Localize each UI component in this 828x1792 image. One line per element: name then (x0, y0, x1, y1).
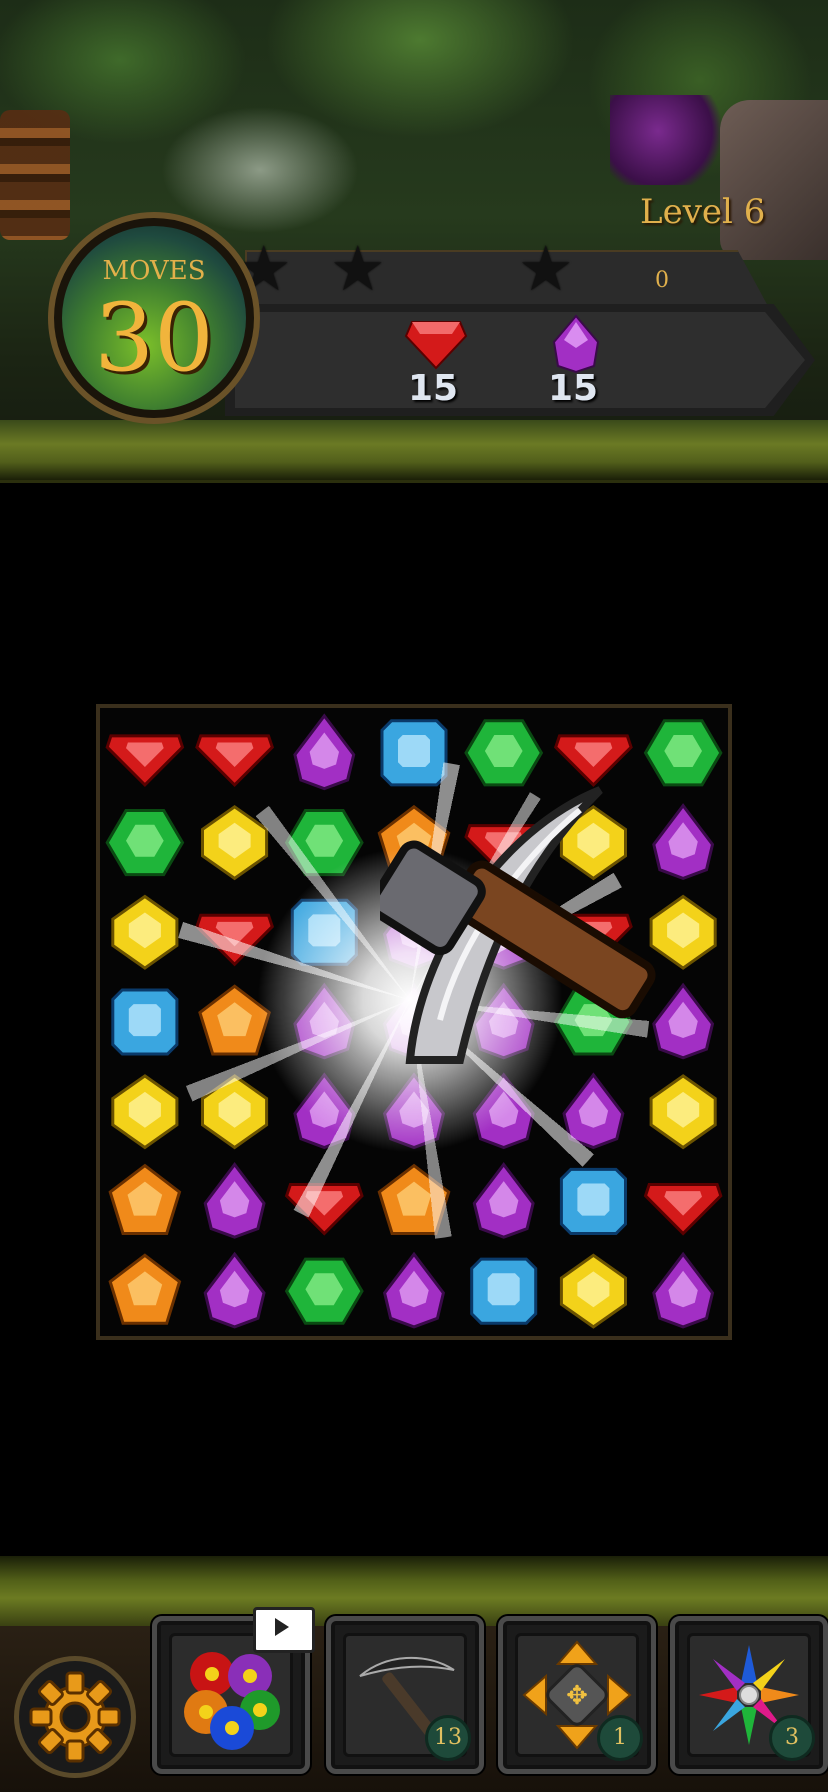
green-gem-r7c3[interactable] (284, 1257, 364, 1325)
booster-pickaxe-button[interactable]: 13 (326, 1616, 484, 1774)
goal-purple-count: 15 (548, 368, 599, 409)
red-gem-r1c6[interactable] (553, 734, 633, 788)
goal-bar-inner (235, 312, 805, 408)
goal-red-count: 15 (408, 368, 459, 409)
red-gem-r6c7[interactable] (643, 1183, 723, 1236)
red-gem-r1c1[interactable] (105, 734, 185, 788)
yellow-gem-r3c1[interactable] (111, 894, 179, 970)
star-3-icon: ★ (518, 232, 574, 305)
goal-red-gem-icon (404, 318, 468, 370)
orange-gem-r6c1[interactable] (108, 1163, 182, 1235)
pickaxe-effect-icon (368, 780, 670, 1080)
blue-gem-r7c5[interactable] (470, 1257, 538, 1325)
booster-arrows-button[interactable]: ✥ 1 (498, 1616, 656, 1774)
star-progress-bar (245, 250, 769, 308)
pickaxe-count-badge: 13 (425, 1715, 471, 1761)
purple-gem-r7c4[interactable] (382, 1251, 446, 1329)
yellow-gem-r5c7[interactable] (649, 1074, 717, 1150)
blue-gem-r6c6[interactable] (559, 1167, 627, 1235)
booster-bombs-button[interactable] (152, 1607, 315, 1774)
star-gem-count-badge: 3 (769, 1715, 815, 1761)
flower-decoration (610, 95, 730, 185)
level-label: Level 6 (640, 192, 766, 232)
svg-text:✥: ✥ (566, 1681, 588, 1711)
purple-gem-r7c2[interactable] (203, 1251, 266, 1329)
blue-gem-r4c1[interactable] (111, 988, 179, 1056)
moves-label: MOVES (102, 256, 206, 286)
moves-value: 30 (94, 284, 214, 393)
star-2-icon: ★ (330, 232, 386, 305)
bombs-icon (184, 1652, 280, 1750)
score-value: 0 (655, 268, 669, 293)
red-gem-r1c2[interactable] (195, 734, 275, 788)
settings-button[interactable] (14, 1656, 136, 1778)
watch-video-icon[interactable] (253, 1607, 315, 1653)
green-gem-r1c7[interactable] (643, 719, 723, 787)
moss-divider-top (0, 420, 828, 483)
arrows-count-badge: 1 (597, 1715, 643, 1761)
green-gem-r2c1[interactable] (105, 809, 185, 877)
totem-decoration (0, 110, 70, 240)
rock-decoration (720, 100, 828, 260)
yellow-gem-r7c6[interactable] (559, 1253, 627, 1329)
orange-gem-r7c1[interactable] (108, 1253, 182, 1325)
booster-star-gem-button[interactable]: 3 (670, 1616, 828, 1774)
yellow-gem-r5c1[interactable] (111, 1074, 179, 1150)
purple-gem-r7c7[interactable] (652, 1251, 715, 1329)
gear-icon (29, 1671, 121, 1763)
goal-purple-gem-icon (548, 314, 604, 374)
